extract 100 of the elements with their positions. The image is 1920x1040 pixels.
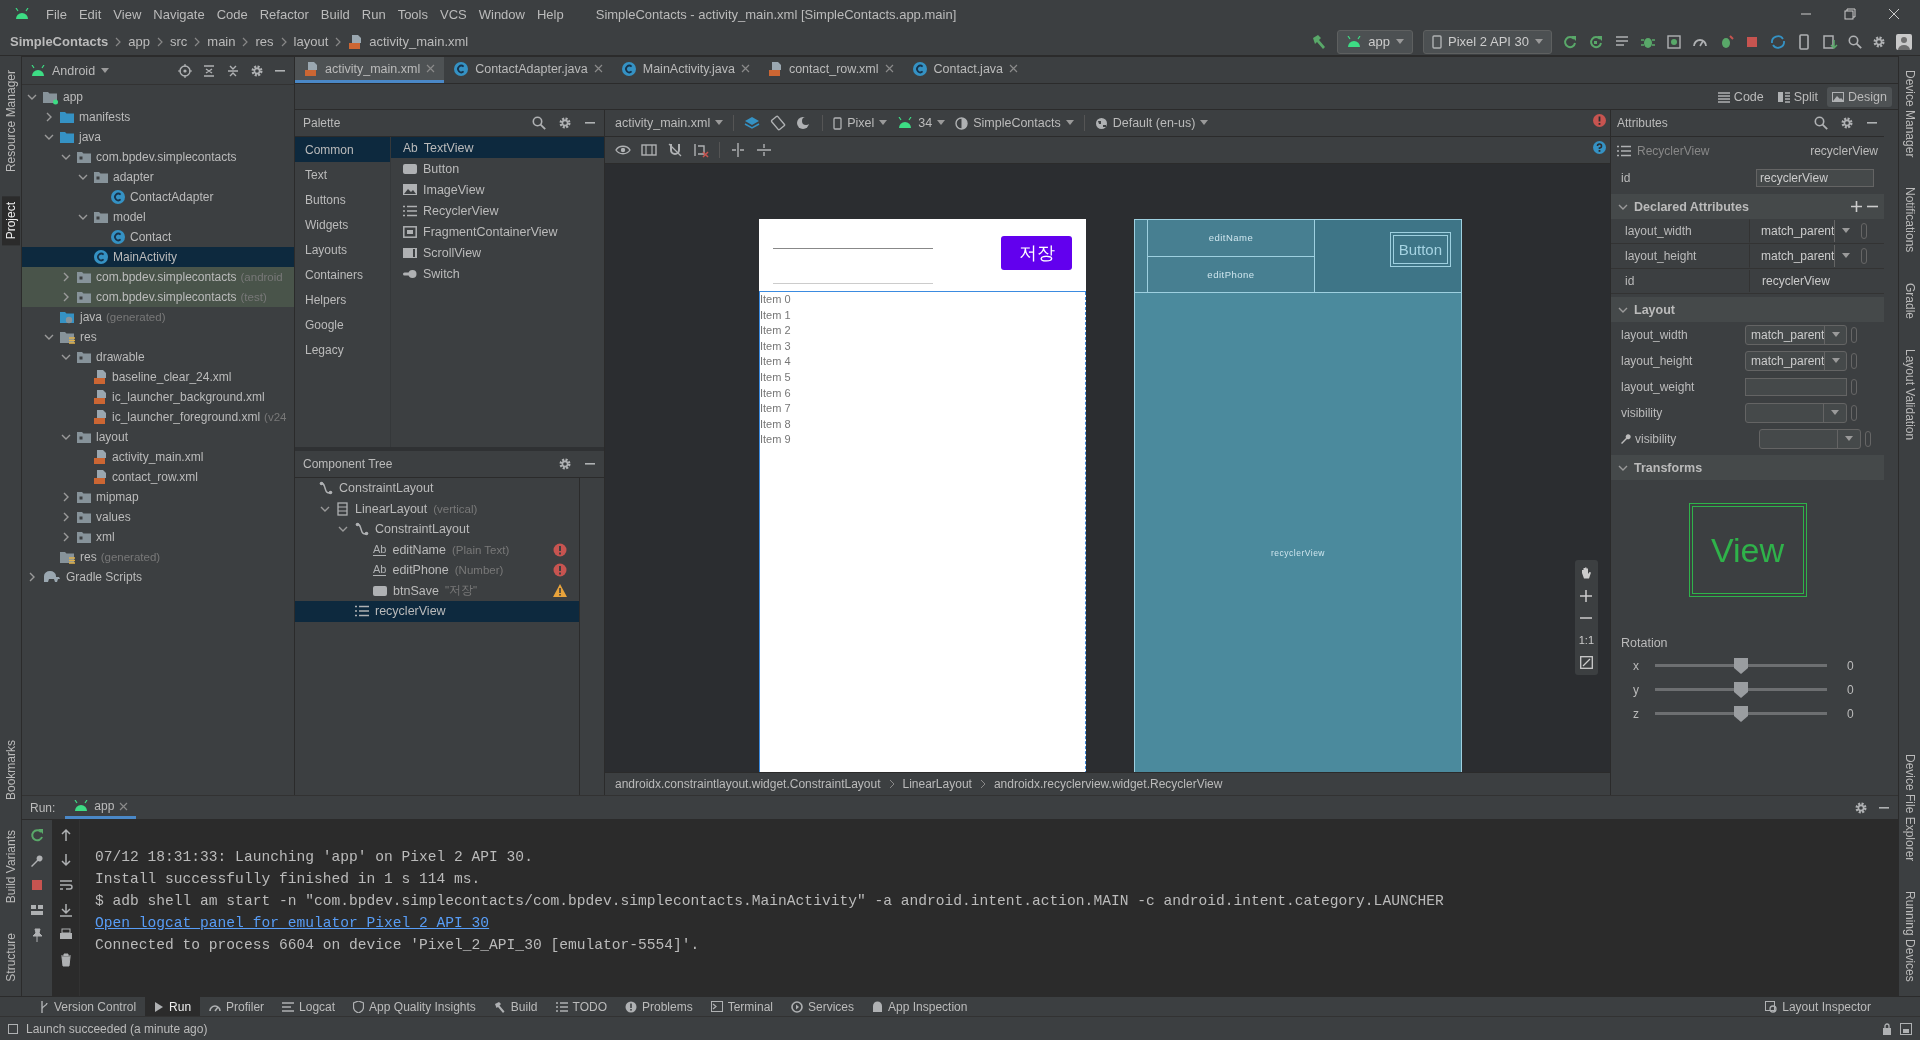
tree-item[interactable]: model — [22, 207, 294, 227]
pin-icon[interactable] — [30, 928, 44, 942]
slider-thumb[interactable] — [1733, 658, 1749, 674]
settings-icon[interactable] — [558, 457, 572, 471]
help-icon[interactable] — [1593, 141, 1606, 154]
menu-item[interactable]: Run — [355, 6, 392, 22]
view-mode-button[interactable]: Code — [1712, 86, 1769, 107]
device-dropdown[interactable]: Pixel — [833, 116, 888, 130]
tree-item[interactable]: layout — [22, 427, 294, 447]
tool-window-button[interactable]: Layout Inspector — [1756, 997, 1880, 1016]
menu-item[interactable]: Help — [530, 6, 570, 22]
tool-window-button[interactable]: App Quality Insights — [344, 997, 485, 1016]
attach-debugger-icon[interactable] — [1666, 33, 1682, 50]
sync-icon[interactable] — [1770, 33, 1786, 50]
palette-item[interactable]: Switch — [391, 263, 604, 284]
tree-item[interactable]: MainActivity — [22, 247, 294, 267]
menu-item[interactable]: VCS — [434, 6, 473, 22]
menu-item[interactable]: File — [40, 6, 73, 22]
tool-window-button[interactable]: TODO — [546, 997, 616, 1016]
menu-item[interactable]: Window — [472, 6, 531, 22]
trash-icon[interactable] — [58, 953, 73, 967]
tool-window-tab[interactable]: Layout Validation — [1900, 342, 1919, 446]
device-dropdown[interactable]: Pixel 2 API 30 — [1423, 29, 1552, 54]
restore-window-icon[interactable] — [1844, 8, 1856, 20]
editor-tab[interactable]: activity_main.xml — [295, 57, 445, 83]
status-square-icon[interactable] — [8, 1023, 18, 1034]
lock-icon[interactable] — [1882, 1022, 1892, 1035]
phone-icon[interactable] — [1796, 33, 1812, 50]
palette-category[interactable]: Google — [295, 312, 390, 337]
palette-category[interactable]: Legacy — [295, 337, 390, 362]
clear-constraints-icon[interactable] — [693, 142, 709, 158]
menu-item[interactable]: View — [107, 6, 148, 22]
rerun-icon[interactable] — [30, 828, 44, 842]
tool-window-button[interactable]: Profiler — [200, 997, 274, 1016]
memory-icon[interactable] — [1900, 1022, 1912, 1035]
tree-item[interactable]: activity_main.xml — [22, 447, 294, 467]
add-icon[interactable] — [1851, 201, 1862, 212]
breadcrumb-item[interactable]: res — [255, 34, 274, 49]
menu-item[interactable]: Navigate — [147, 6, 211, 22]
wrap-icon[interactable] — [58, 878, 73, 892]
menu-item[interactable]: Edit — [72, 6, 108, 22]
logcat-link[interactable]: Open logcat panel for emulator Pixel 2 API 30 — [95, 915, 490, 931]
tool-window-button[interactable]: Problems — [616, 997, 702, 1016]
tree-item[interactable]: baseline_clear_24.xml — [22, 367, 294, 387]
breadcrumb-item[interactable]: src — [169, 34, 188, 49]
tree-item[interactable]: java (generated) — [22, 307, 294, 327]
error-icon[interactable] — [553, 563, 567, 578]
run-configuration-dropdown[interactable]: app — [1337, 29, 1414, 54]
collapse-all-icon[interactable] — [226, 63, 240, 78]
tree-item[interactable]: ic_launcher_foreground.xml (v24 — [22, 407, 294, 427]
tree-item[interactable]: btnSave "저장" — [295, 580, 579, 601]
tool-window-tab[interactable]: Structure — [1, 927, 20, 988]
stop-icon[interactable] — [30, 878, 44, 892]
search-icon[interactable] — [532, 116, 546, 130]
tree-item[interactable]: ConstraintLayout — [295, 519, 579, 540]
tree-item[interactable]: java — [22, 127, 294, 147]
tree-item[interactable]: ContactAdapter — [22, 187, 294, 207]
scroll-to-end-icon[interactable] — [58, 903, 73, 917]
margins-icon[interactable] — [641, 142, 657, 158]
palette-item[interactable]: ScrollView — [391, 242, 604, 263]
attribute-dropdown[interactable]: match_parent — [1749, 244, 1857, 268]
api-level-dropdown[interactable]: 34 — [897, 116, 946, 130]
tree-item[interactable]: values — [22, 507, 294, 527]
menu-item[interactable]: Refactor — [253, 6, 315, 22]
section-header[interactable]: Declared Attributes — [1611, 194, 1884, 219]
palette-category[interactable]: Text — [295, 162, 390, 187]
editor-tab[interactable]: Contact.java — [902, 57, 1028, 83]
palette-item[interactable]: Ab TextView — [391, 137, 604, 158]
tree-item[interactable]: Gradle Scripts — [22, 567, 294, 587]
tool-window-button[interactable]: Terminal — [701, 997, 783, 1016]
search-icon[interactable] — [1848, 34, 1862, 49]
target-icon[interactable] — [178, 63, 192, 78]
error-icon[interactable] — [1593, 114, 1606, 127]
expand-all-icon[interactable] — [202, 63, 216, 78]
locale-dropdown[interactable]: Default (en-us) — [1094, 116, 1209, 130]
guideline-vertical-icon[interactable] — [730, 142, 746, 158]
rotate-device-icon[interactable] — [770, 115, 787, 131]
palette-category[interactable]: Layouts — [295, 237, 390, 262]
tree-item[interactable]: manifests — [22, 107, 294, 127]
tool-window-tab[interactable]: Notifications — [1900, 181, 1919, 259]
tool-window-button[interactable]: Version Control — [30, 997, 146, 1016]
layers-icon[interactable] — [744, 115, 761, 131]
tool-window-tab[interactable]: Running Devices — [1900, 885, 1919, 988]
view-mode-button[interactable]: Design — [1827, 86, 1892, 107]
warning-icon[interactable] — [553, 584, 567, 598]
wrench-icon[interactable] — [30, 853, 44, 867]
tool-window-tab[interactable]: Resource Manager — [1, 64, 20, 179]
component-path-item[interactable]: LinearLayout — [902, 777, 972, 791]
guideline-horizontal-icon[interactable] — [756, 142, 772, 158]
settings-icon[interactable] — [1840, 116, 1854, 130]
search-icon[interactable] — [1814, 116, 1828, 130]
tree-item[interactable]: xml — [22, 527, 294, 547]
tree-item[interactable]: res (generated) — [22, 547, 294, 567]
palette-category[interactable]: Widgets — [295, 212, 390, 237]
settings-icon[interactable] — [558, 116, 572, 130]
download-icon[interactable] — [1822, 33, 1838, 50]
file-dropdown[interactable]: activity_main.xml — [615, 116, 724, 130]
tree-item[interactable]: drawable — [22, 347, 294, 367]
tool-window-tab[interactable]: Project — [1, 196, 20, 246]
tool-window-button[interactable]: Build — [484, 997, 547, 1016]
